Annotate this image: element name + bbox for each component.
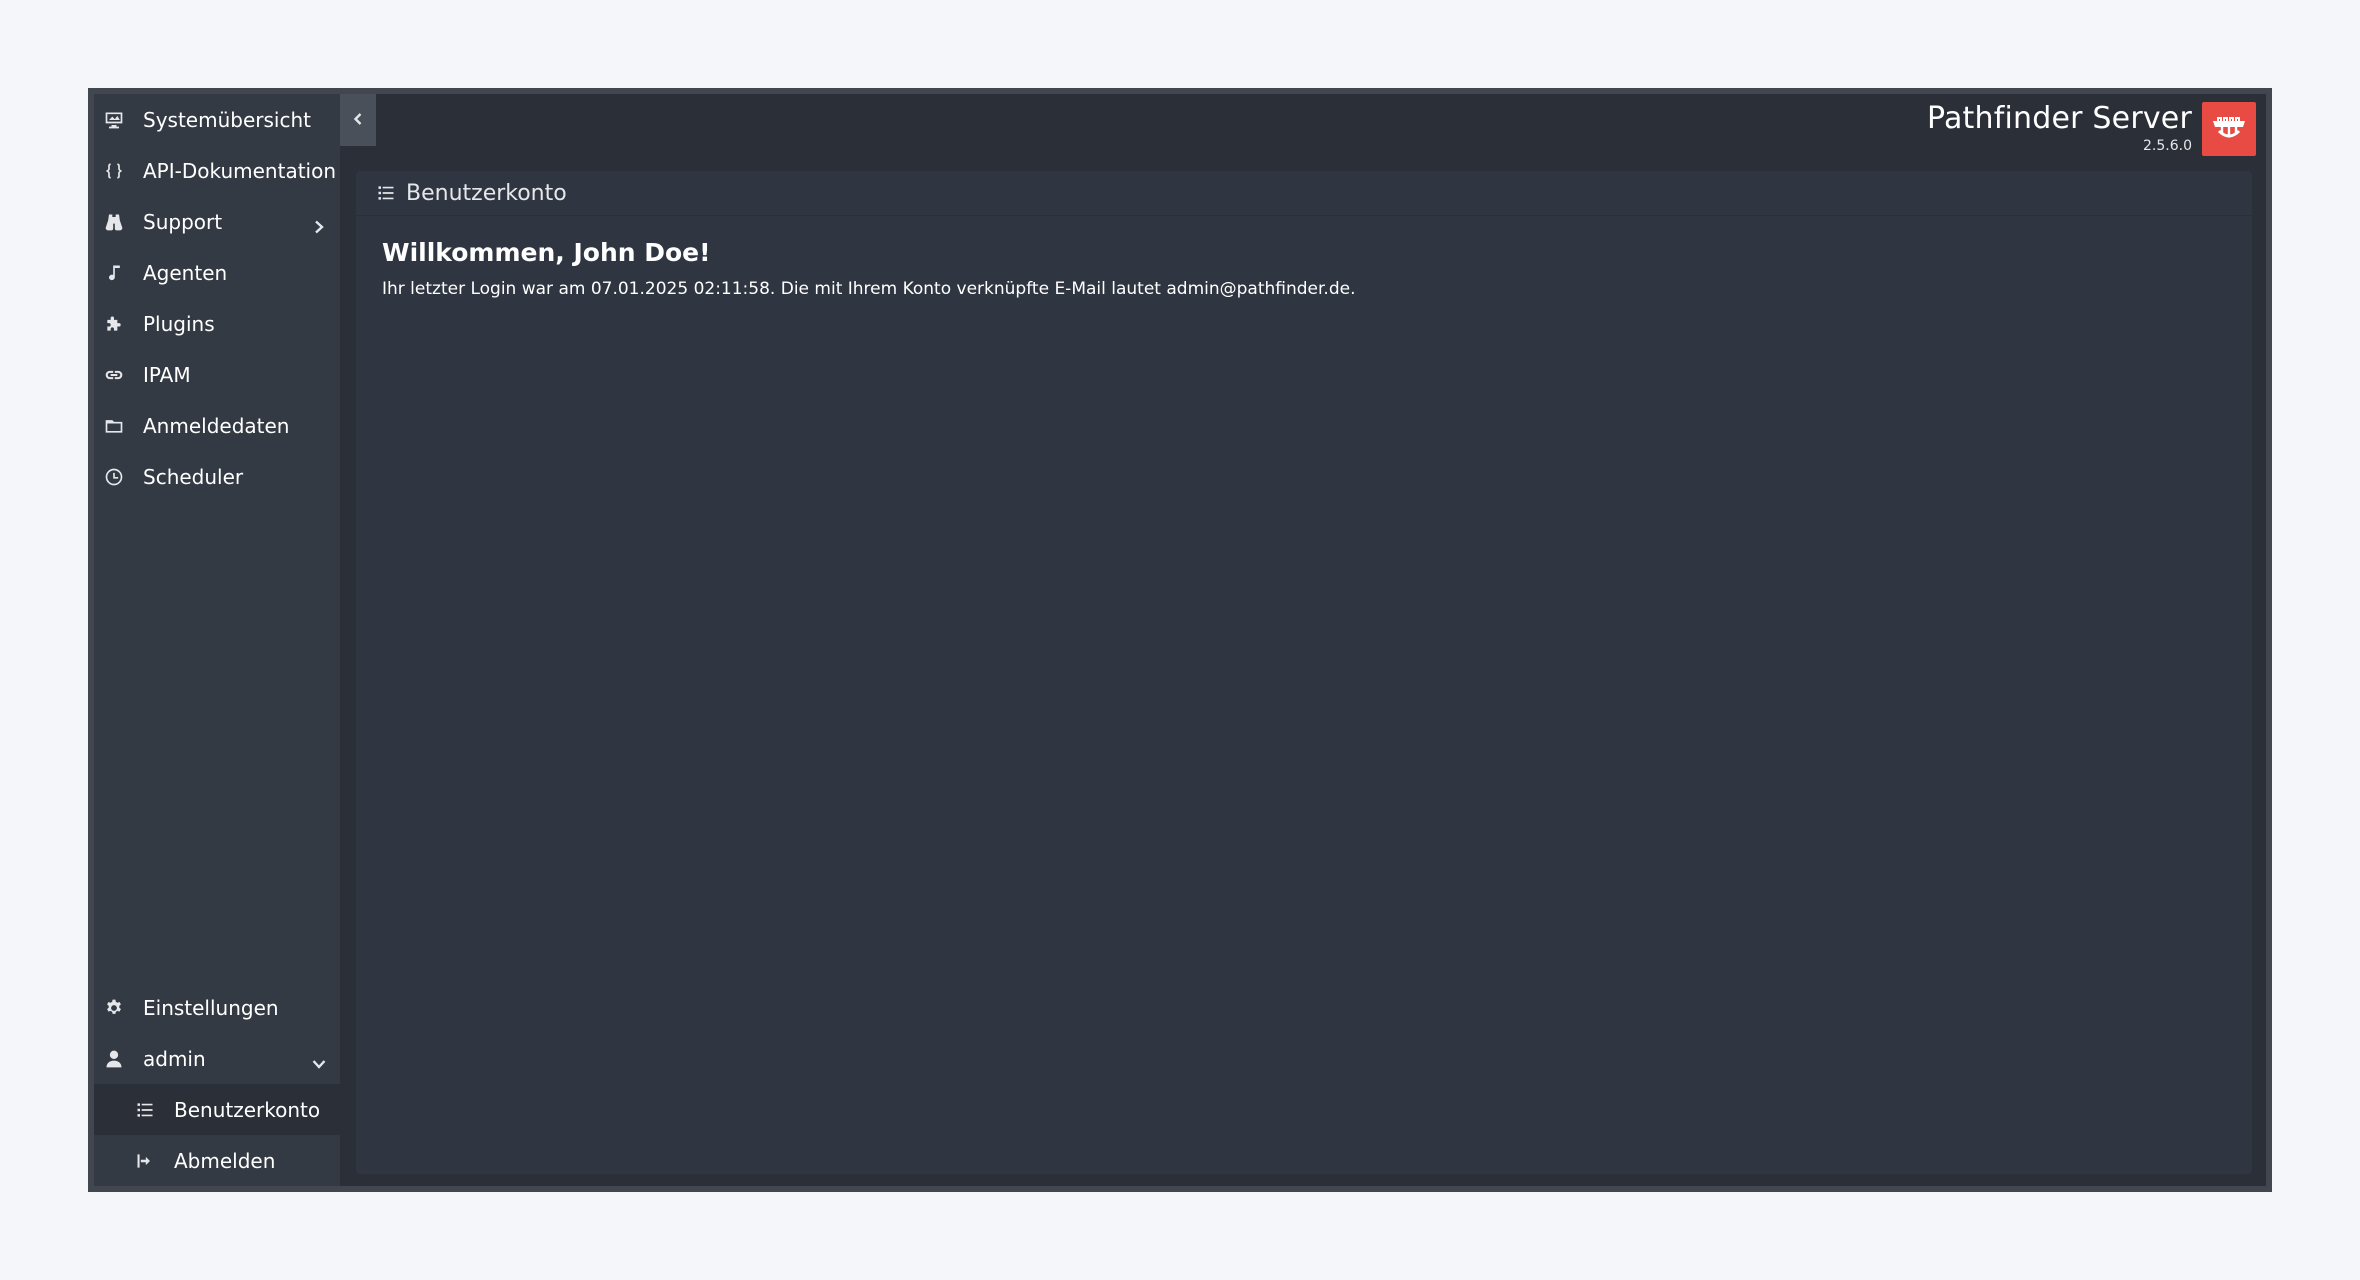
- logout-icon: [134, 1150, 156, 1172]
- sidebar-subitem-benutzerkonto[interactable]: Benutzerkonto: [94, 1084, 340, 1135]
- app-version: 2.5.6.0: [2143, 138, 2192, 154]
- sidebar-item-anmeldedaten[interactable]: Anmeldedaten: [94, 400, 340, 451]
- last-login-info: Ihr letzter Login war am 07.01.2025 02:1…: [382, 279, 1356, 299]
- clock-icon: [103, 466, 125, 488]
- sidebar-item-ipam[interactable]: IPAM: [94, 349, 340, 400]
- sidebar-subitem-abmelden[interactable]: Abmelden: [94, 1135, 340, 1186]
- page-title: Benutzerkonto: [406, 180, 567, 206]
- sidebar-item-label: admin: [143, 1046, 206, 1071]
- welcome-heading: Willkommen, John Doe!: [382, 238, 711, 267]
- chevron-right-icon: [312, 215, 326, 233]
- binoculars-icon: [103, 211, 125, 233]
- pathfinder-logo-icon: [2202, 102, 2256, 156]
- sidebar-item-api-dokumentation[interactable]: API-Dokumentation: [94, 145, 340, 196]
- sidebar-item-label: Agenten: [143, 260, 228, 285]
- sidebar-item-scheduler[interactable]: Scheduler: [94, 451, 340, 502]
- sidebar-item-label: Einstellungen: [143, 995, 279, 1020]
- user-icon: [103, 1048, 125, 1070]
- sidebar-item-label: Systemübersicht: [143, 107, 311, 132]
- brand: Pathfinder Server 2.5.6.0: [1927, 102, 2256, 156]
- app-window: Systemübersicht API-Dokumentation Suppor…: [88, 88, 2272, 1192]
- folder-icon: [103, 415, 125, 437]
- sidebar-item-admin[interactable]: admin: [94, 1033, 340, 1084]
- gear-icon: [103, 997, 125, 1019]
- sidebar-item-label: Support: [143, 209, 223, 234]
- brand-text: Pathfinder Server 2.5.6.0: [1927, 102, 2192, 155]
- chevron-down-icon: [312, 1052, 326, 1069]
- sidebar-nav-top: Systemübersicht API-Dokumentation Suppor…: [94, 94, 340, 502]
- sidebar-item-label: Anmeldedaten: [143, 413, 290, 438]
- collapse-sidebar-button[interactable]: [340, 94, 376, 146]
- list-icon: [376, 183, 396, 203]
- puzzle-icon: [103, 313, 125, 335]
- music-note-icon: [103, 262, 125, 284]
- sidebar-item-label: Scheduler: [143, 464, 244, 489]
- sidebar-nav-bottom: Einstellungen admin Benutzerkonto Abmeld…: [94, 982, 340, 1186]
- sidebar: Systemübersicht API-Dokumentation Suppor…: [94, 94, 340, 1186]
- sidebar-item-label: Benutzerkonto: [174, 1097, 321, 1122]
- chevron-left-icon: [351, 111, 365, 130]
- sidebar-item-label: API-Dokumentation: [143, 158, 337, 183]
- sidebar-item-label: Plugins: [143, 311, 215, 336]
- main-content: Benutzerkonto Willkommen, John Doe! Ihr …: [356, 171, 2252, 1174]
- sidebar-item-agenten[interactable]: Agenten: [94, 247, 340, 298]
- sidebar-item-label: IPAM: [143, 362, 191, 387]
- app-title: Pathfinder Server: [1927, 101, 2192, 136]
- code-braces-icon: [103, 160, 125, 182]
- content-body: Willkommen, John Doe! Ihr letzter Login …: [356, 216, 2252, 299]
- monitor-icon: [103, 109, 125, 131]
- content-header: Benutzerkonto: [356, 171, 2252, 216]
- sidebar-item-label: Abmelden: [174, 1148, 276, 1173]
- sidebar-item-plugins[interactable]: Plugins: [94, 298, 340, 349]
- list-icon: [134, 1099, 156, 1121]
- link-icon: [103, 364, 125, 386]
- sidebar-item-einstellungen[interactable]: Einstellungen: [94, 982, 340, 1033]
- sidebar-item-support[interactable]: Support: [94, 196, 340, 247]
- sidebar-item-systemuebersicht[interactable]: Systemübersicht: [94, 94, 340, 145]
